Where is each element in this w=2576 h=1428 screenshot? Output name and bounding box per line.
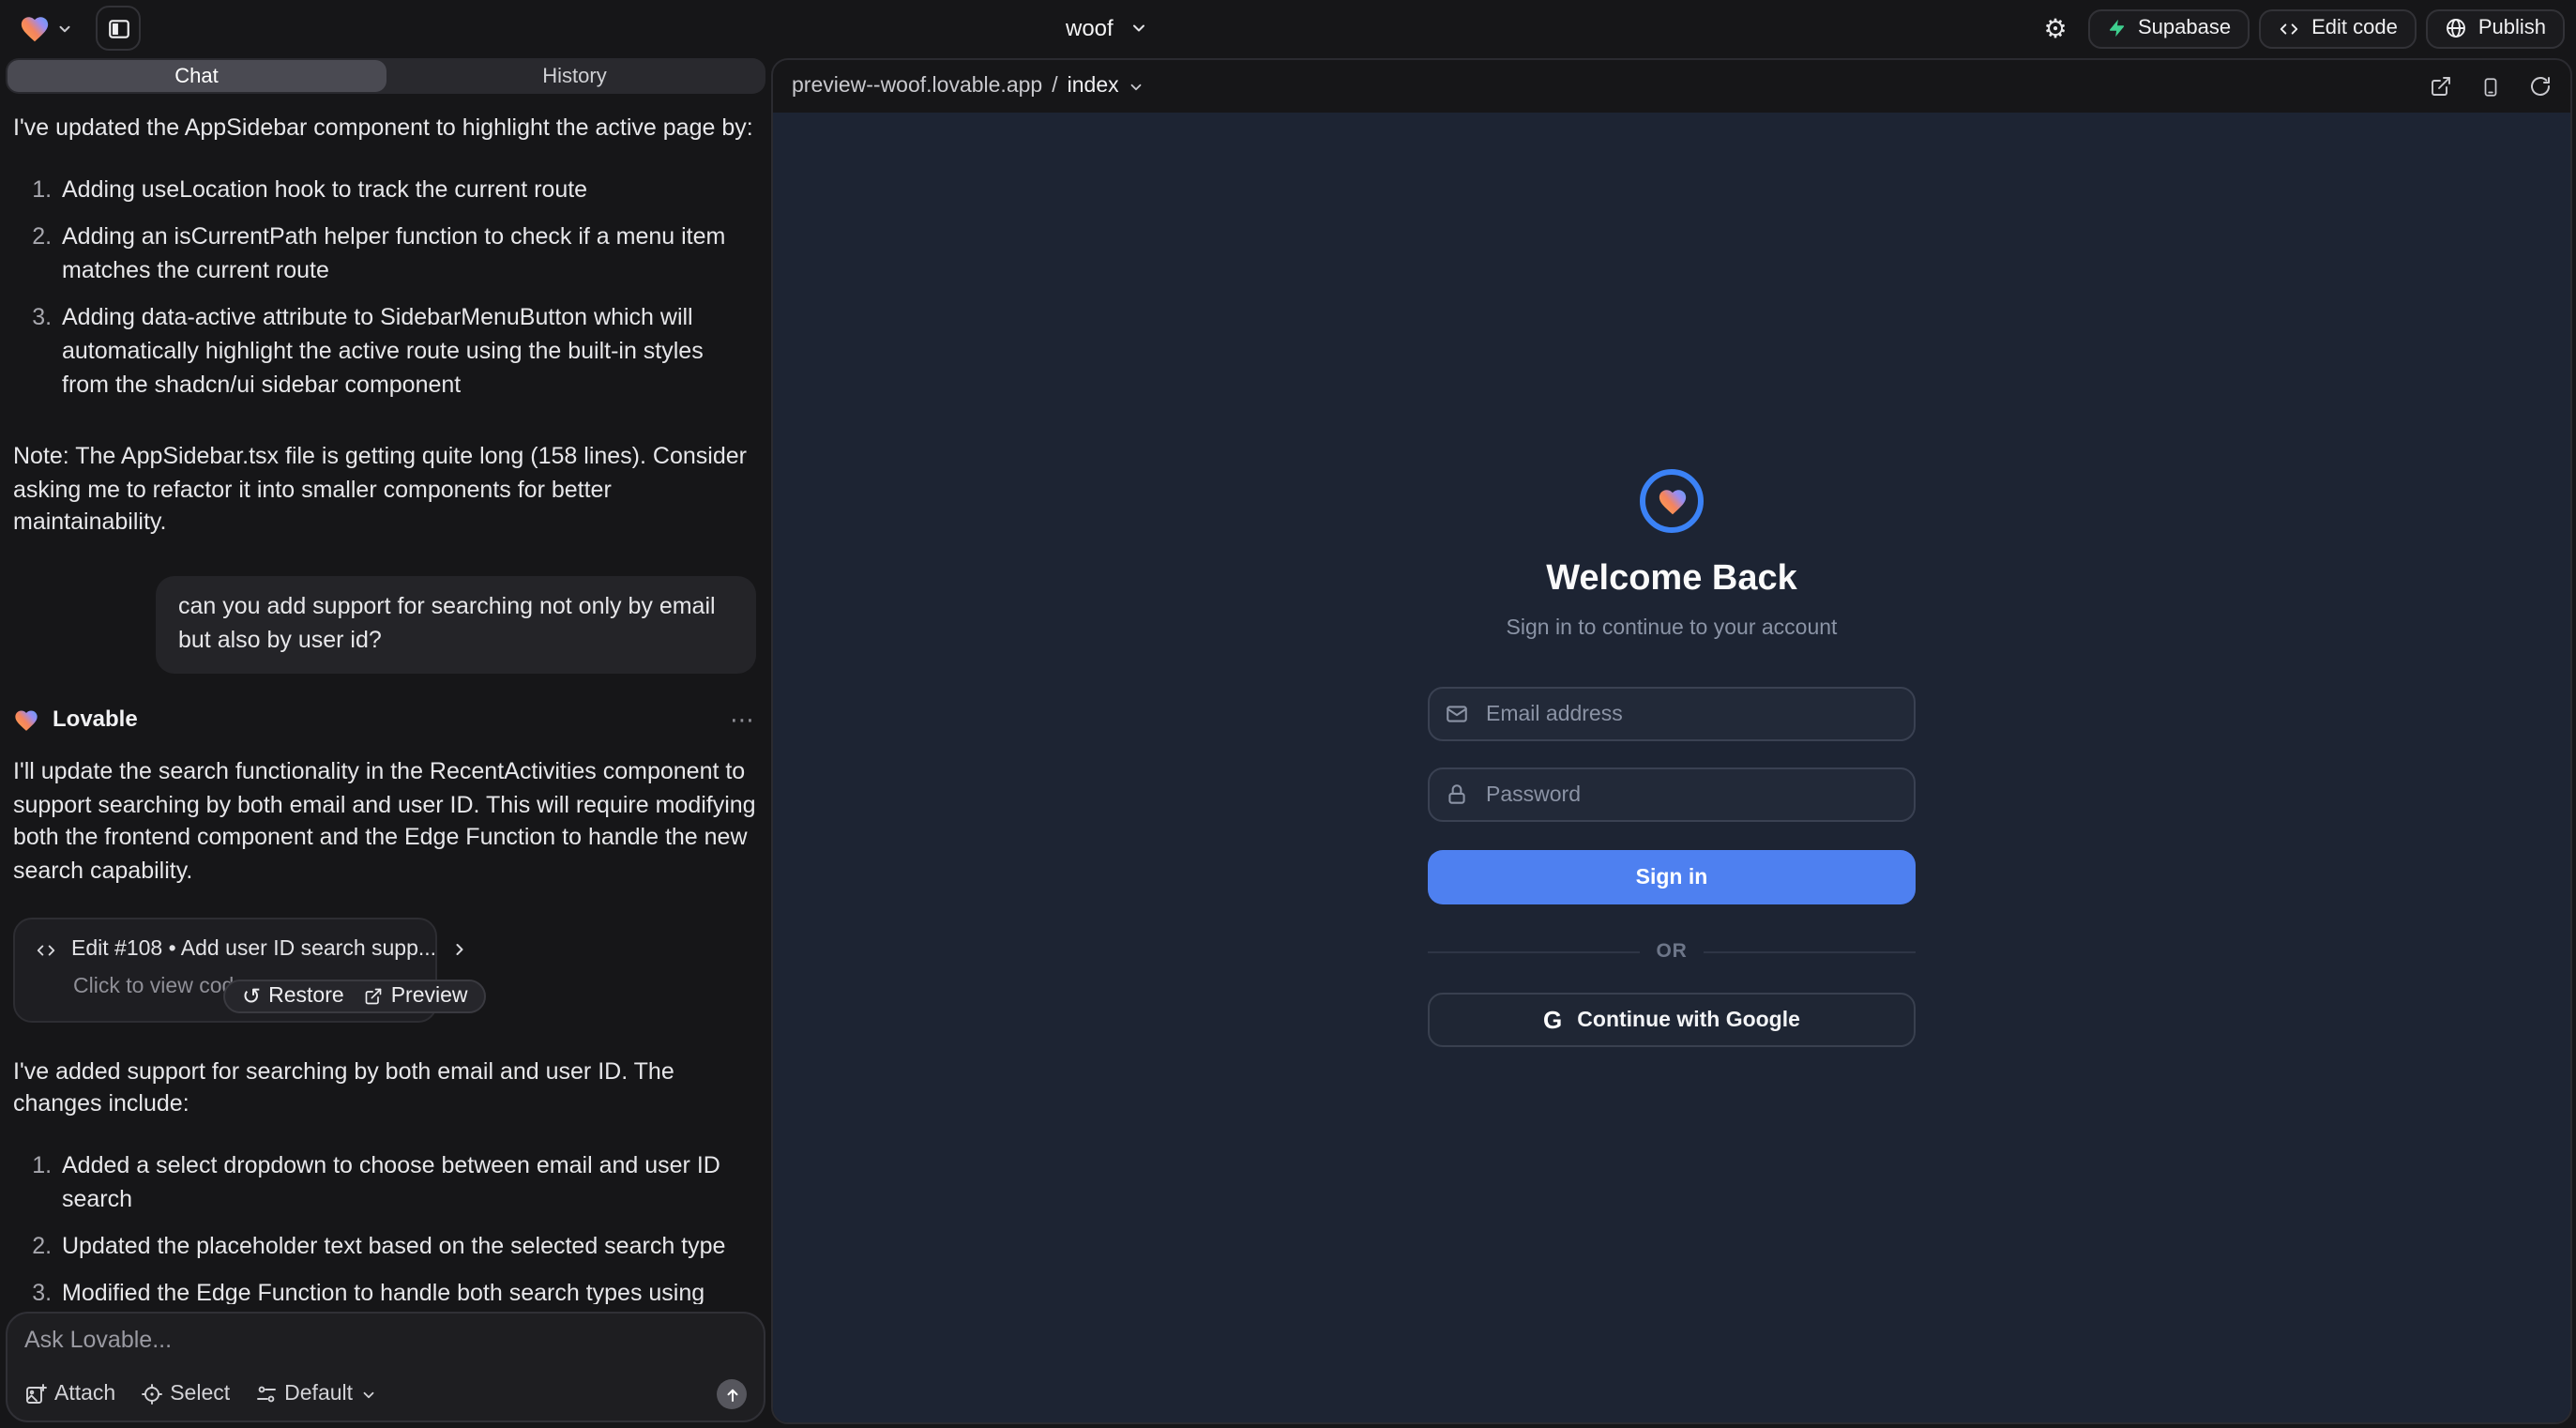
edit-title: Edit #108 • Add user ID search supp... [71,934,436,965]
assistant-note: Note: The AppSidebar.tsx file is getting… [13,441,756,541]
list-item: Adding useLocation hook to track the cur… [58,175,756,208]
publish-button[interactable]: Publish [2426,8,2565,48]
mode-selector[interactable]: Default [254,1383,377,1405]
assistant-list-1: Adding useLocation hook to track the cur… [13,175,756,417]
assistant-message-intro-2: I'll update the search functionality in … [13,756,756,889]
project-chevron-down-icon[interactable] [1130,19,1149,38]
assistant-message-intro: I've updated the AppSidebar component to… [13,113,756,146]
breadcrumb-separator: / [1052,75,1057,98]
google-icon: G [1543,1006,1562,1034]
chevron-down-icon [360,1386,377,1403]
chat-composer: Attach Select Default [6,1312,765,1422]
chat-history-tabs: Chat History [6,58,765,94]
open-in-new-tab-button[interactable] [2430,75,2452,98]
settings-button[interactable]: ⚙ [2033,8,2078,48]
preview-breadcrumb[interactable]: preview--woof.lovable.app / index [792,75,1145,98]
preview-page: index [1068,75,1119,98]
list-item: Modified the Edge Function to handle bot… [58,1279,756,1304]
restore-icon: ↺ [242,985,261,1008]
lock-icon [1445,782,1469,807]
chat-messages[interactable]: I've updated the AppSidebar component to… [0,98,771,1304]
refresh-button[interactable] [2529,75,2552,98]
arrow-up-icon [723,1386,740,1403]
sign-in-button[interactable]: Sign in [1428,850,1916,904]
or-divider: OR [1428,940,1916,963]
continue-with-google-button[interactable]: G Continue with Google [1428,993,1916,1047]
mail-icon [1445,702,1469,726]
preview-toolbar: preview--woof.lovable.app / index [773,60,2570,113]
select-label: Select [170,1383,230,1405]
restore-button[interactable]: ↺ Restore [242,981,344,1012]
tab-history[interactable]: History [386,60,764,92]
list-item: Added a select dropdown to choose betwee… [58,1150,756,1217]
restore-preview-pill: ↺ Restore Preview [223,980,487,1013]
supabase-icon [2106,17,2127,39]
assistant-list-2: Added a select dropdown to choose betwee… [13,1150,756,1304]
edit-code-button[interactable]: Edit code [2259,8,2417,48]
assistant-name: Lovable [53,704,138,736]
sliders-icon [254,1383,277,1405]
google-label: Continue with Google [1577,1009,1800,1031]
restore-label: Restore [268,981,344,1012]
lovable-avatar-heart-icon [13,706,39,733]
preview-panel: preview--woof.lovable.app / index [771,58,2572,1424]
chevron-right-icon [449,940,468,959]
assistant-summary: I've added support for searching by both… [13,1056,756,1122]
email-field[interactable] [1428,687,1916,741]
send-button[interactable] [717,1379,747,1409]
gear-icon: ⚙ [2043,15,2067,41]
lovable-logo-menu[interactable] [19,12,73,44]
chat-input[interactable] [24,1327,747,1379]
image-plus-icon [24,1383,47,1405]
code-icon [2278,18,2300,38]
supabase-button[interactable]: Supabase [2087,8,2250,48]
user-message-bubble: can you add support for searching not on… [156,576,756,673]
chevron-down-icon [56,20,73,37]
sign-in-card: Welcome Back Sign in to continue to your… [1428,469,1916,1047]
mode-label: Default [284,1383,353,1405]
panel-left-icon [106,16,130,40]
app-preview-iframe: Welcome Back Sign in to continue to your… [773,113,2570,1422]
app-logo [1640,469,1704,533]
chevron-down-icon [1129,78,1145,95]
preview-label: Preview [391,981,468,1012]
list-item: Adding an isCurrentPath helper function … [58,221,756,288]
attach-button[interactable]: Attach [24,1383,115,1405]
lovable-editor-window: woof ⚙ Supabase Edit code [0,0,2576,1428]
assistant-header: Lovable ⋯ [13,703,756,737]
tab-chat[interactable]: Chat [8,60,386,92]
edit-card-wrap: Edit #108 • Add user ID search supp... C… [13,918,448,1022]
or-label: OR [1656,940,1687,963]
welcome-subtitle: Sign in to continue to your account [1507,617,1838,640]
publish-label: Publish [2478,17,2546,39]
lovable-heart-icon [19,12,51,44]
edit-code-label: Edit code [2311,17,2398,39]
preview-url: preview--woof.lovable.app [792,75,1042,98]
top-bar: woof ⚙ Supabase Edit code [0,0,2576,56]
project-name[interactable]: woof [1066,15,1114,41]
chat-panel: Chat History I've updated the AppSidebar… [0,56,771,1428]
attach-label: Attach [54,1383,115,1405]
supabase-label: Supabase [2138,17,2231,39]
toggle-sidebar-button[interactable] [96,6,141,51]
message-menu-button[interactable]: ⋯ [730,703,756,737]
welcome-title: Welcome Back [1546,559,1797,600]
preview-button[interactable]: Preview [365,981,468,1012]
list-item: Updated the placeholder text based on th… [58,1231,756,1265]
password-field[interactable] [1428,767,1916,822]
list-item: Adding data-active attribute to SidebarM… [58,302,756,403]
globe-icon [2445,17,2467,39]
select-element-button[interactable]: Select [140,1383,230,1405]
code-icon [34,939,58,960]
mobile-view-button[interactable] [2480,74,2501,99]
target-icon [140,1383,162,1405]
external-link-icon [365,987,384,1006]
